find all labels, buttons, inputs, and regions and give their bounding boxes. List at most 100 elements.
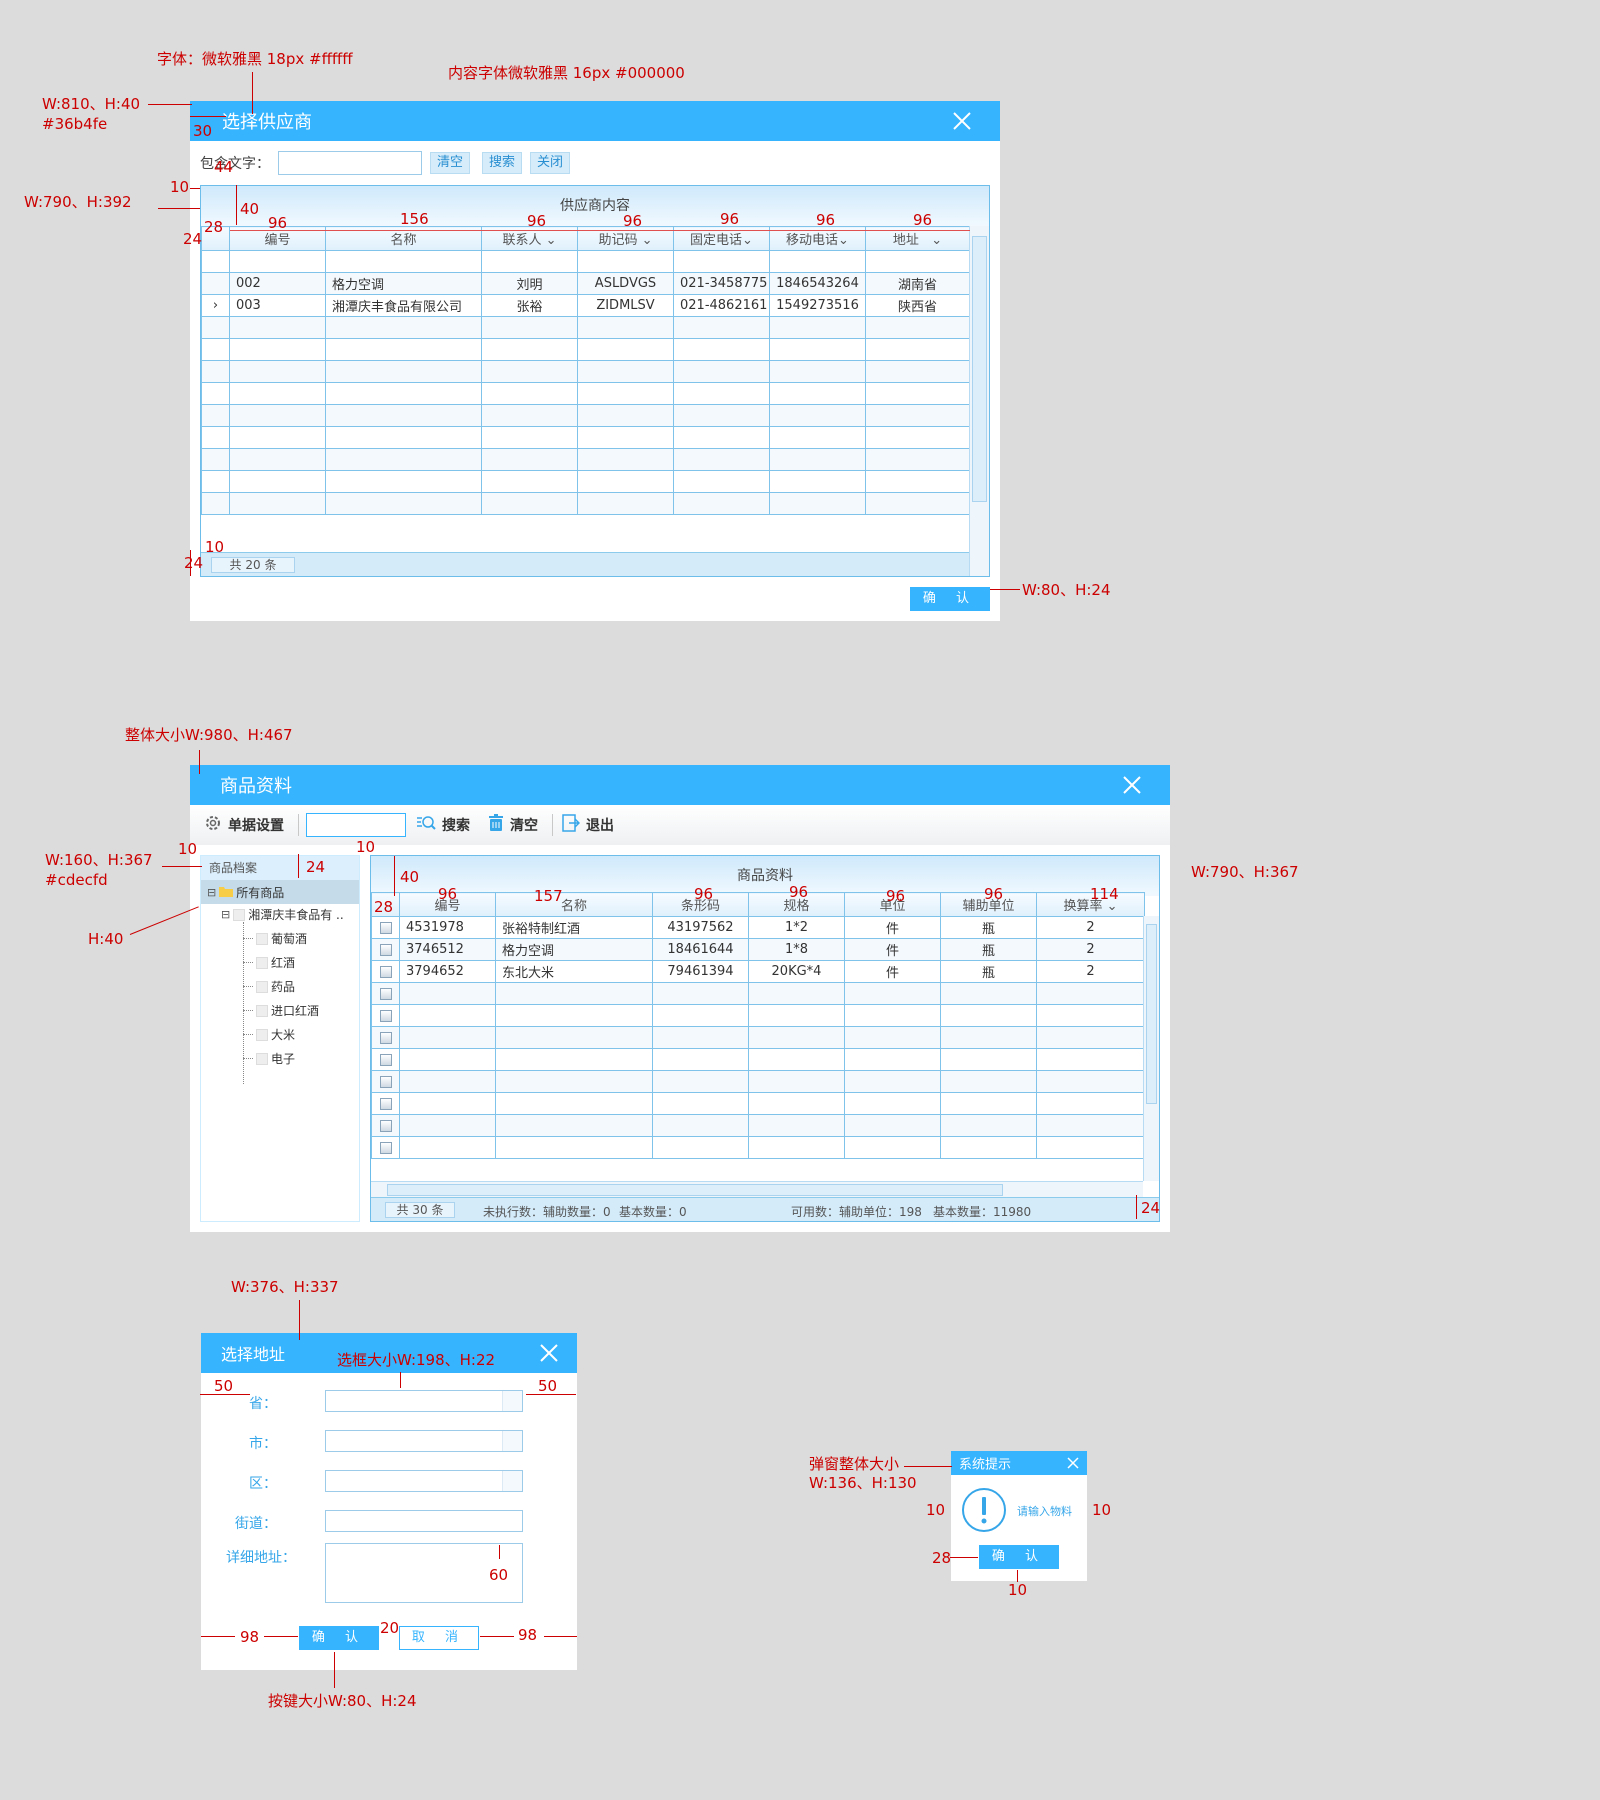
cancel-button[interactable]: 取 消 xyxy=(399,1626,479,1650)
table-cell[interactable]: ASLDVGS xyxy=(577,272,674,295)
table-cell[interactable] xyxy=(769,382,866,405)
table-cell[interactable] xyxy=(748,982,845,1005)
city-select[interactable] xyxy=(325,1430,523,1452)
row-select-icon[interactable] xyxy=(379,1097,392,1110)
table-cell[interactable] xyxy=(673,250,770,273)
table-cell[interactable] xyxy=(748,1048,845,1071)
table-cell[interactable]: 1846543264 xyxy=(769,272,866,295)
table-row[interactable] xyxy=(201,492,970,515)
table-cell[interactable] xyxy=(229,382,326,405)
table-cell[interactable] xyxy=(940,1070,1037,1093)
confirm-button[interactable]: 确 认 xyxy=(979,1545,1059,1569)
goods-search-input[interactable] xyxy=(306,813,406,837)
table-row[interactable]: 3794652 东北大米 79461394 20KG*4 件瓶 2 xyxy=(371,960,1145,983)
table-cell[interactable] xyxy=(577,492,674,515)
table-cell[interactable] xyxy=(865,250,970,273)
table-cell[interactable] xyxy=(325,448,482,471)
settings-button[interactable]: 单据设置 xyxy=(204,814,284,836)
table-cell[interactable] xyxy=(229,250,326,273)
table-cell[interactable] xyxy=(940,1136,1037,1159)
vertical-scrollbar[interactable] xyxy=(969,226,989,576)
table-cell[interactable] xyxy=(481,404,578,427)
close-icon[interactable] xyxy=(952,111,972,131)
table-cell[interactable] xyxy=(769,426,866,449)
tree-root-node[interactable]: ⊟ 所有商品 xyxy=(201,880,359,904)
table-cell[interactable]: 件 xyxy=(844,938,941,961)
row-select-icon[interactable] xyxy=(379,1141,392,1154)
table-row[interactable] xyxy=(201,338,970,361)
table-cell[interactable] xyxy=(481,338,578,361)
close-icon[interactable] xyxy=(539,1343,559,1363)
table-cell[interactable] xyxy=(844,1136,941,1159)
table-cell[interactable] xyxy=(325,492,482,515)
table-cell[interactable] xyxy=(940,1026,1037,1049)
table-cell[interactable] xyxy=(652,1136,749,1159)
table-cell[interactable] xyxy=(325,316,482,339)
table-cell[interactable] xyxy=(229,492,326,515)
tree-leaf-node[interactable]: 大米 xyxy=(243,1026,295,1043)
table-row[interactable]: 4531978 张裕特制红酒 43197562 1*2 件瓶 2 xyxy=(371,916,1145,939)
table-cell[interactable]: 瓶 xyxy=(940,960,1037,983)
table-cell[interactable]: 刘明 xyxy=(481,272,578,295)
table-cell[interactable] xyxy=(673,316,770,339)
table-cell[interactable]: 陕西省 xyxy=(865,294,970,317)
table-cell[interactable] xyxy=(673,404,770,427)
table-cell[interactable] xyxy=(940,1092,1037,1115)
table-cell[interactable]: 件 xyxy=(844,916,941,939)
table-cell[interactable] xyxy=(399,1026,496,1049)
table-cell[interactable]: 湖南省 xyxy=(865,272,970,295)
table-row[interactable] xyxy=(201,448,970,471)
table-row[interactable] xyxy=(201,316,970,339)
row-select-icon[interactable] xyxy=(379,1031,392,1044)
table-cell[interactable] xyxy=(495,1048,653,1071)
table-row[interactable] xyxy=(201,360,970,383)
table-cell[interactable] xyxy=(325,470,482,493)
row-select-icon[interactable] xyxy=(379,987,392,1000)
confirm-button[interactable]: 确 认 xyxy=(299,1626,379,1650)
table-cell[interactable] xyxy=(495,1114,653,1137)
table-cell[interactable] xyxy=(652,1026,749,1049)
table-row[interactable] xyxy=(371,982,1145,1005)
table-cell[interactable] xyxy=(577,360,674,383)
table-row[interactable] xyxy=(371,1004,1145,1027)
table-cell[interactable] xyxy=(399,1048,496,1071)
table-row[interactable] xyxy=(371,1070,1145,1093)
table-cell[interactable]: 3746512 xyxy=(399,938,496,961)
table-cell[interactable]: 18461644 xyxy=(652,938,749,961)
table-cell[interactable] xyxy=(325,382,482,405)
table-cell[interactable]: 1549273516 xyxy=(769,294,866,317)
table-cell[interactable] xyxy=(673,426,770,449)
table-cell[interactable] xyxy=(399,1070,496,1093)
table-cell[interactable] xyxy=(769,360,866,383)
table-cell[interactable] xyxy=(844,1004,941,1027)
table-cell[interactable] xyxy=(481,382,578,405)
table-cell[interactable] xyxy=(844,1070,941,1093)
table-cell[interactable] xyxy=(229,338,326,361)
row-header[interactable] xyxy=(371,982,400,1005)
table-cell[interactable] xyxy=(940,1048,1037,1071)
table-cell[interactable] xyxy=(229,448,326,471)
table-cell[interactable]: 003 xyxy=(229,294,326,317)
row-header[interactable] xyxy=(371,1136,400,1159)
row-header[interactable] xyxy=(201,492,230,515)
table-cell[interactable] xyxy=(577,382,674,405)
table-row[interactable] xyxy=(201,470,970,493)
row-header[interactable] xyxy=(201,316,230,339)
tree-leaf-node[interactable]: 药品 xyxy=(243,978,295,995)
table-cell[interactable] xyxy=(748,1026,845,1049)
table-cell[interactable] xyxy=(865,338,970,361)
table-cell[interactable] xyxy=(399,1092,496,1115)
table-cell[interactable] xyxy=(940,982,1037,1005)
table-cell[interactable] xyxy=(495,1136,653,1159)
table-cell[interactable]: 瓶 xyxy=(940,938,1037,961)
table-row[interactable] xyxy=(201,426,970,449)
table-cell[interactable] xyxy=(673,338,770,361)
row-select-icon[interactable] xyxy=(379,1075,392,1088)
table-cell[interactable] xyxy=(652,1114,749,1137)
table-cell[interactable]: 件 xyxy=(844,960,941,983)
row-header[interactable]: › xyxy=(201,294,230,317)
row-select-icon[interactable] xyxy=(379,1053,392,1066)
table-cell[interactable] xyxy=(1036,1092,1145,1115)
table-cell[interactable] xyxy=(940,1114,1037,1137)
table-cell[interactable] xyxy=(673,360,770,383)
